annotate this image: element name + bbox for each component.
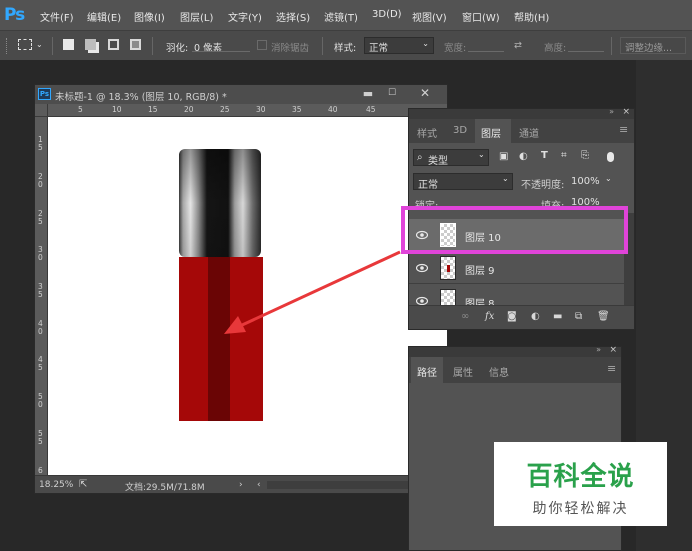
new-group-icon[interactable]: ▬ bbox=[553, 311, 562, 322]
paths-panel-tabs: 路径 属性 信息 ≡ bbox=[409, 357, 621, 383]
arrow-shaft bbox=[239, 250, 401, 328]
tab-info[interactable]: 信息 bbox=[489, 364, 509, 379]
blend-mode-select[interactable]: 正常 ⌄ bbox=[413, 173, 513, 191]
chevron-down-icon: ⌄ bbox=[502, 174, 509, 183]
watermark-title: 百科全说 bbox=[526, 462, 635, 492]
opacity-value[interactable]: 100% bbox=[571, 176, 600, 187]
type-filter-icon[interactable]: T bbox=[541, 150, 548, 161]
adjustment-layer-icon[interactable]: ◐ bbox=[531, 311, 540, 322]
tab-paths[interactable]: 路径 bbox=[417, 364, 437, 379]
visibility-eye-icon[interactable] bbox=[416, 295, 428, 305]
search-icon: ⌕ bbox=[417, 152, 423, 163]
opacity-label: 不透明度: bbox=[521, 180, 565, 191]
blend-mode-value: 正常 bbox=[418, 180, 438, 191]
shape-filter-icon[interactable]: ⌗ bbox=[561, 150, 567, 161]
panel-menu-icon[interactable]: ≡ bbox=[619, 123, 628, 136]
layer-row[interactable]: 图层 9 bbox=[409, 252, 629, 284]
layer-thumbnail bbox=[440, 256, 456, 280]
tab-layers[interactable]: 图层 bbox=[481, 125, 501, 140]
fx-icon[interactable]: fx bbox=[485, 311, 494, 322]
filter-kind-value: 类型 bbox=[428, 156, 448, 167]
collapse-icon[interactable]: » bbox=[609, 107, 614, 116]
layer-thumbnail bbox=[440, 289, 456, 305]
smart-object-filter-icon[interactable]: ⎘ bbox=[581, 150, 589, 161]
layer-name: 图层 8 bbox=[465, 299, 495, 305]
collapse-icon[interactable]: » bbox=[596, 345, 601, 354]
layer-name: 图层 9 bbox=[465, 266, 495, 277]
visibility-eye-icon[interactable] bbox=[416, 262, 428, 274]
panel-menu-icon[interactable]: ≡ bbox=[607, 362, 616, 375]
chevron-down-icon[interactable]: ⌄ bbox=[605, 174, 612, 183]
tab-3d[interactable]: 3D bbox=[453, 125, 467, 136]
layer-row[interactable]: 图层 8 bbox=[409, 285, 629, 305]
panel-header-strip: » × bbox=[409, 345, 621, 357]
pixel-filter-icon[interactable]: ▣ bbox=[499, 151, 508, 162]
link-layers-icon[interactable]: ∞ bbox=[461, 311, 469, 322]
tab-styles[interactable]: 样式 bbox=[417, 125, 437, 140]
layers-panel-footer: ∞ fx ◙ ◐ ▬ ⧉ 🗑 bbox=[409, 305, 634, 329]
adjustment-filter-icon[interactable]: ◐ bbox=[519, 151, 528, 162]
new-layer-icon[interactable]: ⧉ bbox=[575, 311, 582, 322]
close-panel-icon[interactable]: × bbox=[609, 345, 617, 355]
layers-panel-tabs: 样式 3D 图层 通道 ≡ bbox=[409, 119, 634, 143]
filter-toggle-icon[interactable] bbox=[607, 152, 614, 162]
trash-icon[interactable]: 🗑 bbox=[597, 311, 610, 322]
panel-header-strip: » × bbox=[409, 107, 634, 119]
filter-kind-select[interactable]: ⌕ 类型 ⌄ bbox=[413, 149, 489, 167]
watermark-subtitle: 助你轻松解决 bbox=[532, 501, 629, 517]
tab-properties[interactable]: 属性 bbox=[453, 364, 473, 379]
layer-row-clip: 图层 8 bbox=[409, 285, 629, 305]
watermark: 百科全说 助你轻松解决 bbox=[494, 442, 667, 526]
highlight-box bbox=[401, 206, 628, 254]
chevron-down-icon: ⌄ bbox=[478, 150, 485, 159]
tab-channels[interactable]: 通道 bbox=[519, 125, 539, 140]
add-mask-icon[interactable]: ◙ bbox=[507, 311, 517, 322]
close-panel-icon[interactable]: × bbox=[622, 107, 630, 117]
